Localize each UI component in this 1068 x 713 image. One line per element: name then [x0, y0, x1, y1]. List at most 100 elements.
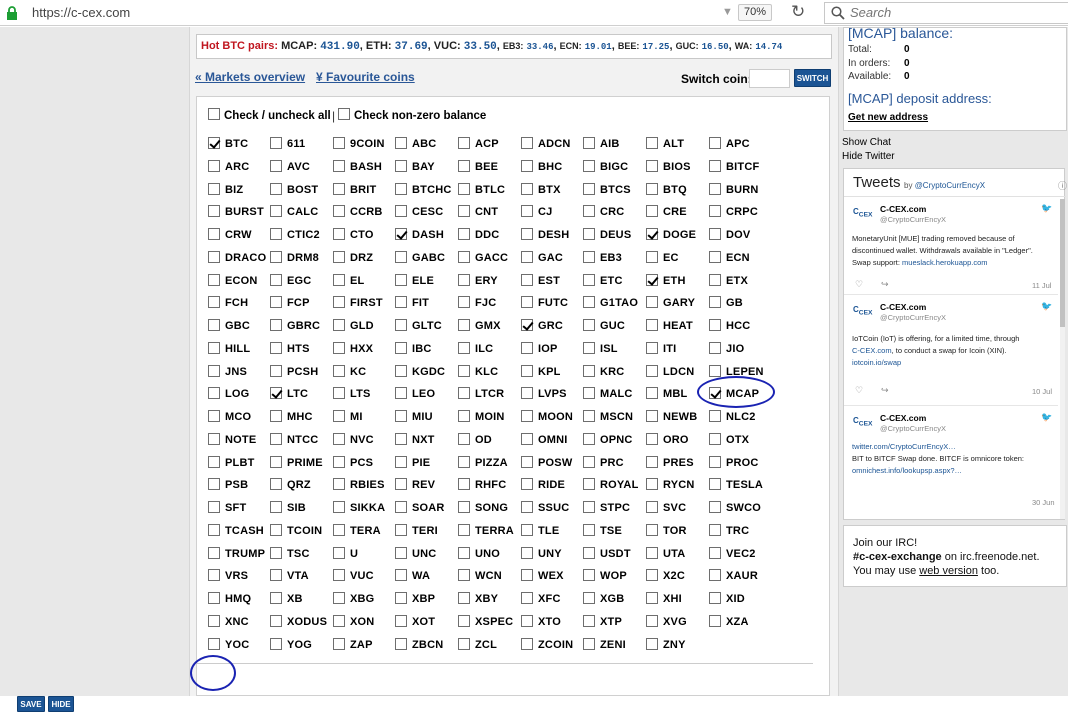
- coin-label[interactable]: PIE: [412, 457, 430, 469]
- coin-label[interactable]: XON: [350, 616, 374, 628]
- ticker-pair[interactable]: WA: 14.74: [732, 40, 783, 52]
- coin-label[interactable]: MOON: [538, 411, 573, 423]
- coin-checkbox-futc[interactable]: [521, 296, 533, 308]
- coin-checkbox-zcoin[interactable]: [521, 638, 533, 650]
- coin-label[interactable]: HTS: [287, 343, 310, 355]
- tweet-handle[interactable]: @CryptoCurrEncyX: [880, 313, 946, 322]
- coin-checkbox-iop[interactable]: [521, 342, 533, 354]
- coin-checkbox-royal[interactable]: [583, 478, 595, 490]
- coin-label[interactable]: TOR: [663, 525, 687, 537]
- coin-checkbox-hts[interactable]: [270, 342, 282, 354]
- coin-checkbox-xot[interactable]: [395, 615, 407, 627]
- tweet-handle[interactable]: @CryptoCurrEncyX: [880, 215, 946, 224]
- coin-checkbox-econ[interactable]: [208, 274, 220, 286]
- coin-label[interactable]: MIU: [412, 411, 433, 423]
- coin-checkbox-first[interactable]: [333, 296, 345, 308]
- coin-label[interactable]: ACP: [475, 138, 499, 150]
- coin-label[interactable]: UNO: [475, 548, 500, 560]
- coin-checkbox-vta[interactable]: [270, 569, 282, 581]
- coin-label[interactable]: CTO: [350, 229, 374, 241]
- coin-checkbox-tcoin[interactable]: [270, 524, 282, 536]
- coin-label[interactable]: KLC: [475, 366, 498, 378]
- coin-checkbox-adcn[interactable]: [521, 137, 533, 149]
- coin-label[interactable]: GUC: [600, 320, 625, 332]
- coin-checkbox-xnc[interactable]: [208, 615, 220, 627]
- tweet-link[interactable]: omnichest.info/lookupsp.aspx?…: [852, 466, 962, 475]
- coin-checkbox-9coin[interactable]: [333, 137, 345, 149]
- coin-label[interactable]: NOTE: [225, 434, 256, 446]
- coin-checkbox-ec[interactable]: [646, 251, 658, 263]
- coin-label[interactable]: 9COIN: [350, 138, 385, 150]
- coin-label[interactable]: TCASH: [225, 525, 264, 537]
- coin-checkbox-sft[interactable]: [208, 501, 220, 513]
- coin-label[interactable]: BIZ: [225, 184, 243, 196]
- coin-label[interactable]: ADCN: [538, 138, 571, 150]
- coin-checkbox-proc[interactable]: [709, 456, 721, 468]
- coin-label[interactable]: DASH: [412, 229, 444, 241]
- coin-checkbox-zbcn[interactable]: [395, 638, 407, 650]
- coin-checkbox-klc[interactable]: [458, 365, 470, 377]
- coin-label[interactable]: VEC2: [726, 548, 756, 560]
- coin-label[interactable]: FUTC: [538, 297, 568, 309]
- coin-checkbox-egc[interactable]: [270, 274, 282, 286]
- coin-checkbox-mi[interactable]: [333, 410, 345, 422]
- coin-checkbox-teri[interactable]: [395, 524, 407, 536]
- coin-label[interactable]: SSUC: [538, 502, 569, 514]
- ticker-pair[interactable]: ETH: 37.69,: [363, 40, 431, 53]
- scrollbar-thumb[interactable]: [1060, 199, 1065, 327]
- coin-checkbox-btcs[interactable]: [583, 183, 595, 195]
- coin-checkbox-gac[interactable]: [521, 251, 533, 263]
- coin-checkbox-guc[interactable]: [583, 319, 595, 331]
- coin-checkbox-sikka[interactable]: [333, 501, 345, 513]
- coin-checkbox-hmq[interactable]: [208, 592, 220, 604]
- coin-label[interactable]: DESH: [538, 229, 569, 241]
- coin-label[interactable]: AVC: [287, 161, 310, 173]
- twitter-scrollbar[interactable]: [1060, 199, 1065, 519]
- coin-checkbox-cto[interactable]: [333, 228, 345, 240]
- coin-label[interactable]: GARY: [663, 297, 695, 309]
- coin-label[interactable]: GABC: [412, 252, 445, 264]
- coin-label[interactable]: GAC: [538, 252, 563, 264]
- tweet-date[interactable]: 10 Jul: [1032, 387, 1052, 396]
- coin-label[interactable]: USDT: [600, 548, 631, 560]
- coin-checkbox-zeni[interactable]: [583, 638, 595, 650]
- coin-label[interactable]: EC: [663, 252, 679, 264]
- coin-checkbox-btchc[interactable]: [395, 183, 407, 195]
- coin-label[interactable]: EB3: [600, 252, 622, 264]
- coin-label[interactable]: UNC: [412, 548, 436, 560]
- coin-label[interactable]: VRS: [225, 570, 248, 582]
- check-all-checkbox[interactable]: [208, 108, 220, 120]
- coin-label[interactable]: MBL: [663, 388, 687, 400]
- coin-checkbox-tor[interactable]: [646, 524, 658, 536]
- ticker-pair[interactable]: ECN: 19.01,: [557, 40, 615, 52]
- coin-label[interactable]: BOST: [287, 184, 318, 196]
- coin-checkbox-cre[interactable]: [646, 205, 658, 217]
- coin-checkbox-wa[interactable]: [395, 569, 407, 581]
- coin-label[interactable]: BTX: [538, 184, 561, 196]
- switch-coin-input[interactable]: [749, 69, 790, 88]
- coin-checkbox-ride[interactable]: [521, 478, 533, 490]
- coin-checkbox-eth[interactable]: [646, 274, 658, 286]
- coin-checkbox-drz[interactable]: [333, 251, 345, 263]
- coin-checkbox-vrs[interactable]: [208, 569, 220, 581]
- coin-checkbox-burst[interactable]: [208, 205, 220, 217]
- coin-label[interactable]: WA: [412, 570, 430, 582]
- coin-checkbox-xaur[interactable]: [709, 569, 721, 581]
- coin-label[interactable]: LDCN: [663, 366, 694, 378]
- coin-label[interactable]: ZAP: [350, 639, 373, 651]
- coin-label[interactable]: HMQ: [225, 593, 251, 605]
- coin-label[interactable]: BHC: [538, 161, 562, 173]
- coin-checkbox-desh[interactable]: [521, 228, 533, 240]
- coin-label[interactable]: HEAT: [663, 320, 693, 332]
- coin-label[interactable]: BIOS: [663, 161, 691, 173]
- coin-checkbox-swco[interactable]: [709, 501, 721, 513]
- coin-label[interactable]: WCN: [475, 570, 502, 582]
- coin-checkbox-prime[interactable]: [270, 456, 282, 468]
- coin-label[interactable]: MALC: [600, 388, 633, 400]
- coin-checkbox-fjc[interactable]: [458, 296, 470, 308]
- favourite-coins-link[interactable]: ¥ Favourite coins: [316, 70, 415, 84]
- coin-label[interactable]: ROYAL: [600, 479, 639, 491]
- coin-label[interactable]: AIB: [600, 138, 620, 150]
- coin-label[interactable]: PLBT: [225, 457, 255, 469]
- coin-checkbox-vec2[interactable]: [709, 547, 721, 559]
